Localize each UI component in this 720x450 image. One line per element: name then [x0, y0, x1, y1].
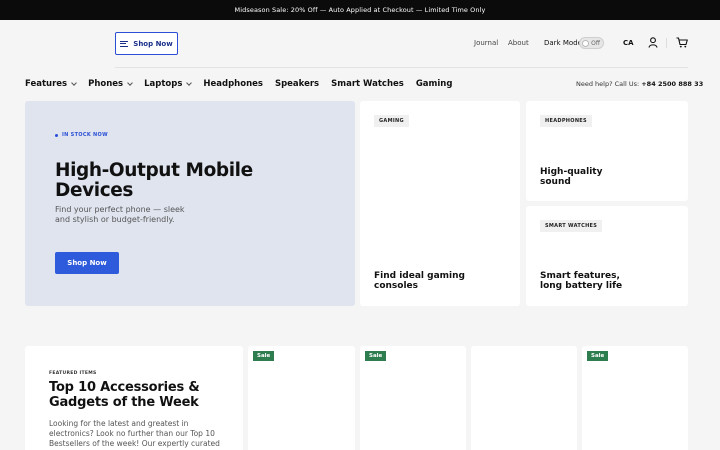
main-nav: Features Phones Laptops Headphones Speak… [25, 78, 464, 90]
dark-mode-state: Off [591, 39, 600, 47]
nav-item-phones[interactable]: Phones [88, 78, 133, 90]
nav-item-label: Headphones [203, 79, 263, 89]
header-divider [666, 38, 667, 48]
account-icon[interactable] [648, 37, 658, 48]
product-card[interactable] [471, 346, 577, 450]
hero-title: High-Output Mobile Devices [55, 160, 253, 201]
gaming-card[interactable]: GAMING Find ideal gaming consoles [360, 101, 520, 306]
announcement-bar: Midseason Sale: 20% Off — Auto Applied a… [0, 0, 720, 20]
product-card[interactable]: Sale [248, 346, 355, 450]
smart-watches-card-title: Smart features, long battery life [540, 271, 623, 291]
help-contact: Need help? Call Us: +84 2500 888 33 [576, 80, 703, 88]
nav-item-label: Phones [88, 79, 124, 89]
featured-label: FEATURED ITEMS [49, 371, 97, 376]
stock-badge: IN STOCK NOW [55, 132, 108, 138]
gaming-card-title: Find ideal gaming consoles [374, 271, 465, 291]
featured-title: Top 10 Accessories & Gadgets of the Week [49, 380, 200, 410]
announcement-text: Midseason Sale: 20% Off — Auto Applied a… [234, 6, 486, 14]
about-link[interactable]: About [508, 39, 529, 47]
help-phone[interactable]: +84 2500 888 33 [641, 80, 703, 88]
sale-badge: Sale [365, 351, 387, 361]
stock-badge-text: IN STOCK NOW [62, 132, 108, 138]
dark-mode-label: Dark Mode [544, 39, 582, 47]
cart-icon[interactable] [676, 37, 688, 48]
toggle-knob [582, 40, 589, 47]
product-card[interactable]: Sale [582, 346, 688, 450]
nav-item-label: Laptops [144, 79, 183, 89]
nav-item-label: Gaming [415, 79, 453, 89]
menu-icon [120, 40, 129, 47]
smart-watches-card[interactable]: SMART WATCHES Smart features, long batte… [526, 206, 688, 306]
help-text: Need help? Call Us: [576, 80, 640, 88]
nav-item-features[interactable]: Features [25, 78, 77, 90]
header: Shop Now Journal About Dark Mode Off CA [0, 20, 720, 68]
chevron-down-icon [186, 79, 193, 86]
sale-badge: Sale [253, 351, 275, 361]
hero-banner: IN STOCK NOW High-Output Mobile Devices … [25, 101, 355, 306]
smart-watches-tag: SMART WATCHES [540, 220, 603, 232]
region-selector[interactable]: CA [623, 39, 634, 47]
headphones-tag: HEADPHONES [540, 115, 592, 127]
product-card[interactable]: Sale [360, 346, 466, 450]
chevron-down-icon [71, 79, 77, 86]
headphones-card[interactable]: HEADPHONES High-quality sound [526, 101, 688, 201]
nav-item-headphones[interactable]: Headphones [203, 78, 263, 90]
nav-item-speakers[interactable]: Speakers [275, 78, 319, 90]
featured-section: FEATURED ITEMS Top 10 Accessories & Gadg… [25, 346, 243, 450]
gaming-tag: GAMING [374, 115, 409, 127]
shop-menu-button[interactable]: Shop Now [115, 32, 178, 55]
hero-shop-now-button[interactable]: Shop Now [55, 252, 119, 274]
hero-description: Find your perfect phone — sleek and styl… [55, 205, 185, 224]
headphones-card-title: High-quality sound [540, 167, 603, 187]
featured-description: Looking for the latest and greatest in e… [49, 419, 220, 448]
status-dot-icon [55, 133, 58, 137]
chevron-down-icon [127, 79, 133, 86]
nav-item-label: Smart Watches [331, 79, 404, 89]
nav-item-gaming[interactable]: Gaming [416, 78, 453, 90]
header-separator [115, 67, 688, 68]
dark-mode-toggle[interactable]: Off [579, 37, 604, 49]
sale-badge: Sale [587, 351, 609, 361]
nav-item-smart-watches[interactable]: Smart Watches [331, 78, 404, 90]
journal-link[interactable]: Journal [474, 39, 498, 47]
nav-item-label: Features [25, 79, 68, 89]
nav-item-label: Speakers [274, 79, 320, 89]
shop-menu-label: Shop Now [133, 39, 173, 48]
nav-item-laptops[interactable]: Laptops [144, 78, 193, 90]
